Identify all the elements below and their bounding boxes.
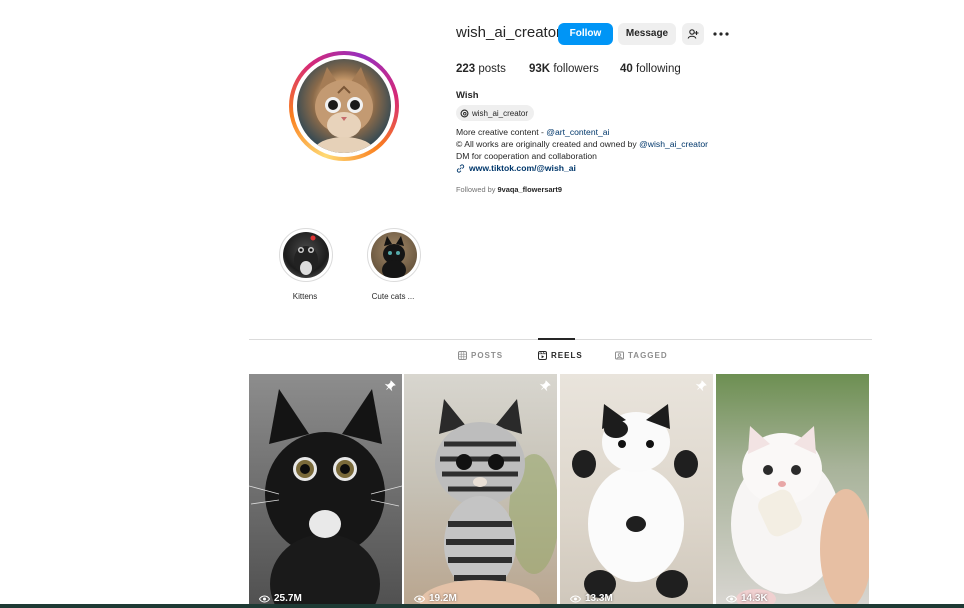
reel-tile[interactable]: 19.2M (404, 374, 557, 608)
suggest-accounts-button[interactable] (682, 23, 704, 45)
profile-username: wish_ai_creator (456, 24, 562, 41)
website-row: www.tiktok.com/@wish_ai (456, 163, 576, 173)
highlight-thumbnail (371, 232, 417, 278)
following-stat[interactable]: 40 following (620, 63, 681, 75)
reel-thumbnail-kitten (572, 404, 698, 598)
avatar-border (293, 55, 395, 157)
follow-button[interactable]: Follow (558, 23, 613, 45)
eye-icon (414, 595, 425, 602)
bio-mention-link[interactable]: @wish_ai_creator (639, 139, 708, 149)
view-count-text: 14.3K (741, 593, 768, 604)
eye-icon (726, 595, 737, 602)
bio-text: More creative content - (456, 127, 547, 137)
reel-view-count: 25.7M (259, 593, 302, 604)
view-count-text: 19.2M (429, 593, 457, 604)
followed-by-text[interactable]: Followed by 9vaqa_flowersart9 (456, 185, 562, 194)
pin-icon (539, 380, 551, 392)
reel-thumbnail-kitten (420, 399, 557, 608)
highlight-ring (367, 228, 421, 282)
bio-mention-link[interactable]: @art_content_ai (546, 127, 609, 137)
highlight-thumbnail (283, 232, 329, 278)
highlight-cute-cats[interactable]: Cute cats ... (367, 228, 433, 301)
cat-face-illustration (314, 67, 374, 153)
eye-icon (570, 595, 581, 602)
followed-by-names: 9vaqa_flowersart9 (497, 185, 563, 194)
more-options-icon[interactable] (712, 24, 730, 44)
reel-tile[interactable]: 13.3M (560, 374, 713, 608)
bio-line-3: DM for cooperation and collaboration (456, 151, 597, 161)
followers-stat[interactable]: 93K followers (529, 63, 599, 75)
tab-posts[interactable]: POSTS (458, 351, 503, 360)
highlight-ring (279, 228, 333, 282)
highlight-label: Kittens (292, 292, 318, 301)
profile-avatar[interactable] (289, 51, 399, 161)
following-label: following (636, 63, 681, 75)
profile-full-name: Wish (456, 90, 479, 101)
threads-badge[interactable]: wish_ai_creator (456, 105, 535, 121)
pin-icon (384, 380, 396, 392)
link-icon (456, 163, 465, 173)
reels-icon (538, 351, 547, 360)
tab-label: TAGGED (628, 351, 668, 360)
reel-tile[interactable]: 14.3K (716, 374, 869, 608)
pin-icon (695, 380, 707, 392)
reel-thumbnail-kitten (249, 389, 402, 608)
threads-handle: wish_ai_creator (472, 108, 529, 118)
following-count: 40 (620, 63, 633, 75)
tab-reels[interactable]: REELS (538, 351, 583, 360)
reel-tile[interactable]: 25.7M (249, 374, 402, 608)
posts-stat: 223 posts (456, 63, 506, 75)
reel-view-count: 19.2M (414, 593, 457, 604)
tab-tagged[interactable]: TAGGED (615, 351, 668, 360)
highlight-kittens[interactable]: Kittens (279, 228, 345, 301)
tab-label: REELS (551, 351, 583, 360)
bio-text: © All works are originally created and o… (456, 139, 640, 149)
reel-thumbnail-kitten (731, 426, 869, 608)
active-tab-indicator (538, 338, 575, 340)
grid-icon (458, 351, 467, 360)
reel-view-count: 14.3K (726, 593, 768, 604)
taskbar-strip (0, 604, 964, 608)
website-link[interactable]: www.tiktok.com/@wish_ai (469, 163, 576, 173)
reel-view-count: 13.3M (570, 593, 613, 604)
view-count-text: 13.3M (585, 593, 613, 604)
bio-line-2: © All works are originally created and o… (456, 139, 708, 149)
highlight-label: Cute cats ... (371, 292, 415, 301)
followed-by-prefix: Followed by (456, 185, 498, 194)
threads-icon (460, 109, 469, 117)
followers-count: 93K (529, 63, 551, 75)
followers-label: followers (553, 63, 599, 75)
bio-line-1: More creative content - @art_content_ai (456, 127, 609, 137)
posts-label: posts (478, 63, 506, 75)
add-user-icon (687, 29, 699, 39)
tagged-icon (615, 351, 624, 360)
avatar-image-cat (297, 59, 391, 153)
posts-count: 223 (456, 63, 476, 75)
view-count-text: 25.7M (274, 593, 302, 604)
tab-label: POSTS (471, 351, 504, 360)
message-button[interactable]: Message (618, 23, 676, 45)
eye-icon (259, 595, 270, 602)
